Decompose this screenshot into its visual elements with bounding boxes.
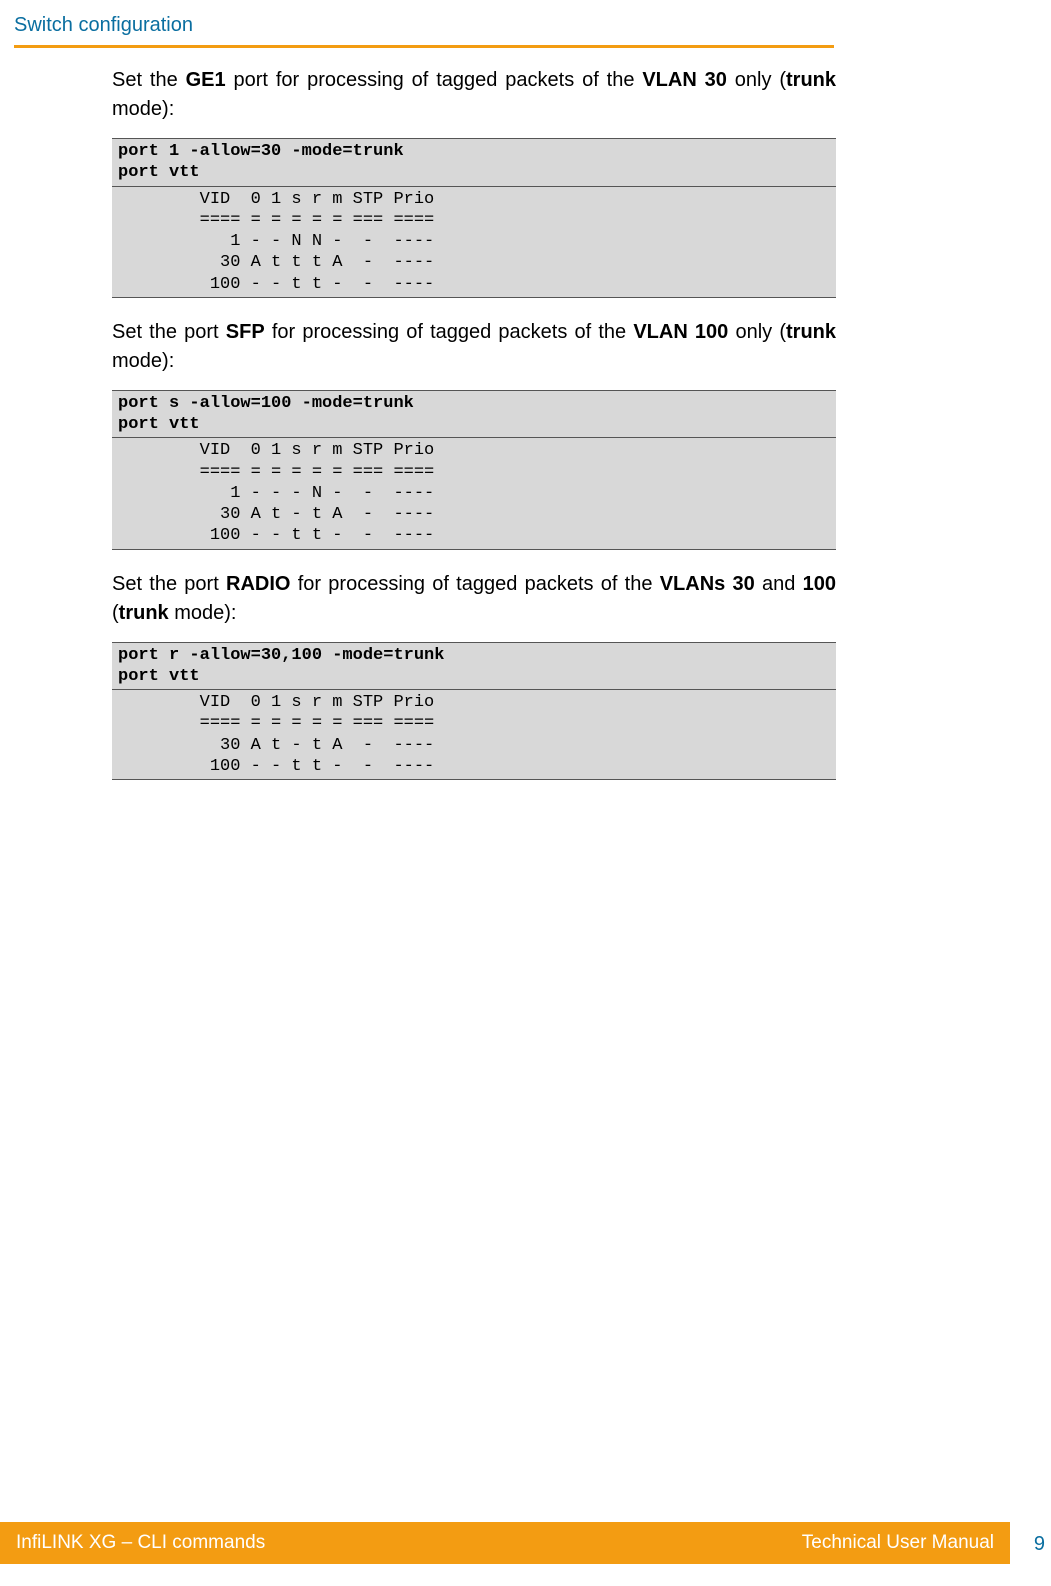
code-block-3: port r -allow=30,100 -mode=trunk port vt…	[112, 642, 836, 781]
paragraph-2: Set the port SFP for processing of tagge…	[112, 318, 836, 376]
code-block-2: port s -allow=100 -mode=trunk port vtt V…	[112, 390, 836, 550]
bold-100: 100	[803, 573, 836, 595]
bold-vlan100: VLAN 100	[633, 321, 728, 343]
text: port for processing of tagged packets of…	[226, 69, 643, 91]
bold-sfp: SFP	[226, 321, 265, 343]
bold-ge1: GE1	[186, 69, 226, 91]
text: (	[112, 602, 119, 624]
content: Set the GE1 port for processing of tagge…	[0, 48, 836, 780]
code-output: VID 0 1 s r m STP Prio ==== = = = = = ==…	[112, 187, 836, 298]
text: only (	[728, 321, 786, 343]
bold-trunk: trunk	[786, 321, 836, 343]
footer-right: Technical User Manual	[520, 1522, 1010, 1564]
text: only (	[727, 69, 786, 91]
code-command: port 1 -allow=30 -mode=trunk port vtt	[112, 138, 836, 187]
paragraph-3: Set the port RADIO for processing of tag…	[112, 570, 836, 628]
bold-vlans30: VLANs 30	[660, 573, 755, 595]
page-number: 9	[1034, 1533, 1045, 1556]
text: mode):	[112, 350, 174, 372]
bold-trunk: trunk	[786, 69, 836, 91]
text: mode):	[169, 602, 237, 624]
footer-left: InfiLINK XG – CLI commands	[0, 1522, 520, 1564]
text: mode):	[112, 98, 174, 120]
footer-bar: InfiLINK XG – CLI commands Technical Use…	[0, 1522, 1051, 1564]
header: Switch configuration	[0, 0, 1051, 37]
footer: InfiLINK XG – CLI commands Technical Use…	[0, 1522, 1051, 1564]
text: Set the port	[112, 321, 226, 343]
bold-radio: RADIO	[226, 573, 290, 595]
text: for processing of tagged packets of the	[265, 321, 634, 343]
paragraph-1: Set the GE1 port for processing of tagge…	[112, 66, 836, 124]
bold-vlan30: VLAN 30	[642, 69, 727, 91]
text: and	[755, 573, 803, 595]
text: Set the port	[112, 573, 226, 595]
code-output: VID 0 1 s r m STP Prio ==== = = = = = ==…	[112, 438, 836, 549]
page: Switch configuration Set the GE1 port fo…	[0, 0, 1051, 1586]
bold-trunk: trunk	[119, 602, 169, 624]
section-title: Switch configuration	[14, 14, 1051, 37]
code-block-1: port 1 -allow=30 -mode=trunk port vtt VI…	[112, 138, 836, 298]
code-output: VID 0 1 s r m STP Prio ==== = = = = = ==…	[112, 690, 836, 780]
text: Set the	[112, 69, 186, 91]
text: for processing of tagged packets of the	[290, 573, 659, 595]
code-command: port r -allow=30,100 -mode=trunk port vt…	[112, 642, 836, 691]
code-command: port s -allow=100 -mode=trunk port vtt	[112, 390, 836, 439]
